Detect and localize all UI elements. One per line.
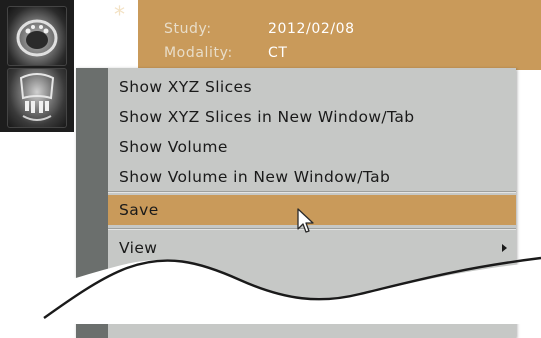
torn-edge-overlay [0, 256, 541, 324]
